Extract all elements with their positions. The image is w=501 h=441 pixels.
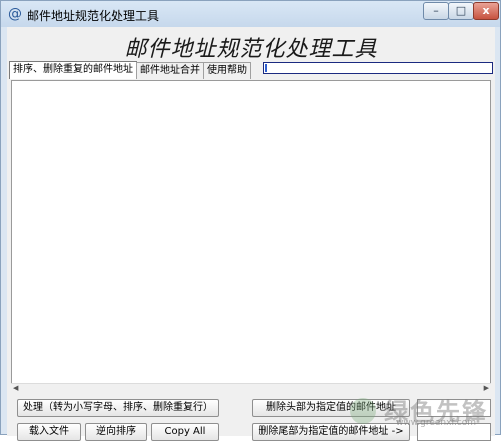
tab-sort-dedupe[interactable]: 排序、删除重复的邮件地址	[9, 61, 137, 79]
copy-all-button[interactable]: Copy All	[151, 423, 219, 441]
scroll-right-icon[interactable]: ▶	[484, 384, 489, 392]
watermark-logo-icon	[350, 398, 376, 424]
app-icon: @	[8, 6, 22, 22]
minimize-icon: –	[433, 4, 439, 17]
minimize-button[interactable]: –	[423, 2, 449, 20]
progress-bar	[263, 62, 493, 74]
watermark-url: www.greenxf.com	[396, 418, 477, 428]
watermark: 绿色先锋 www.greenxf.com	[350, 392, 490, 428]
client-area: 邮件地址规范化处理工具 排序、删除重复的邮件地址 邮件地址合并 使用帮助 ◀ ▶…	[7, 27, 495, 441]
close-button[interactable]: x	[473, 2, 499, 20]
reverse-sort-button[interactable]: 逆向排序	[85, 423, 147, 441]
scroll-left-icon[interactable]: ◀	[13, 384, 18, 392]
window-title: 邮件地址规范化处理工具	[27, 9, 160, 23]
title-bar[interactable]: @ 邮件地址规范化处理工具 – □ x	[1, 1, 500, 27]
email-text-area[interactable]	[11, 80, 491, 391]
page-title: 邮件地址规范化处理工具	[124, 37, 378, 62]
tab-help[interactable]: 使用帮助	[203, 62, 251, 79]
tab-merge[interactable]: 邮件地址合并	[136, 62, 204, 79]
close-icon: x	[482, 4, 490, 17]
horizontal-scrollbar[interactable]: ◀ ▶	[11, 383, 491, 392]
maximize-icon: □	[455, 4, 467, 17]
progress-fill	[265, 64, 267, 72]
process-button[interactable]: 处理（转为小写字母、排序、删除重复行）	[17, 399, 219, 417]
maximize-button[interactable]: □	[448, 2, 474, 20]
load-file-button[interactable]: 载入文件	[17, 423, 81, 441]
app-window: @ 邮件地址规范化处理工具 – □ x 邮件地址规范化处理工具 排序、删除重复的…	[0, 0, 501, 441]
